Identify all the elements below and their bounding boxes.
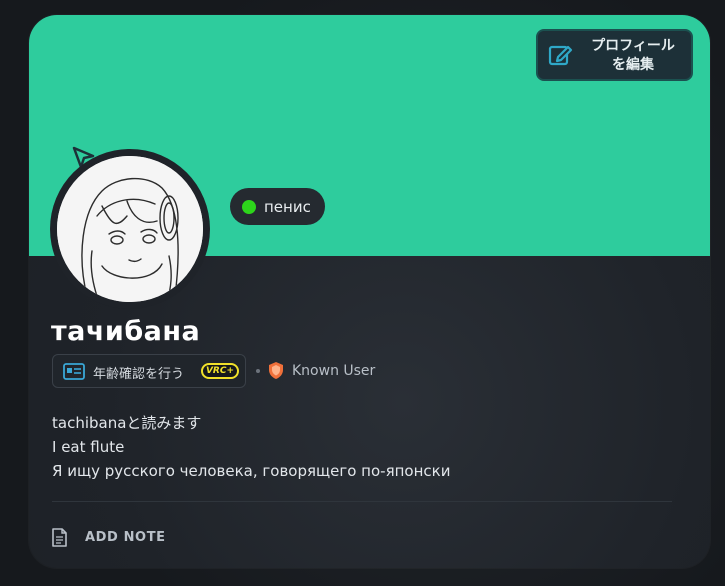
bio: tachibanaと読みます I eat flute Я ищу русског… <box>52 411 450 483</box>
status-text: пенис <box>264 197 311 216</box>
shield-icon <box>269 362 283 379</box>
bio-line: I eat flute <box>52 438 125 456</box>
add-note-button[interactable]: ADD NOTE <box>52 524 166 550</box>
vrc-plus-badge: VRC+ <box>201 363 239 379</box>
profile-card: プロフィール を編集 пенис тачибана 年齢確認を行う VRC+ K… <box>29 15 710 568</box>
status-pill[interactable]: пенис <box>230 188 325 225</box>
add-note-label: ADD NOTE <box>85 529 166 545</box>
status-online-dot <box>242 199 256 214</box>
username: тачибана <box>51 316 201 347</box>
edit-profile-button[interactable]: プロフィール を編集 <box>536 29 693 81</box>
trust-rank-label: Known User <box>292 363 376 379</box>
id-card-icon <box>63 363 85 380</box>
bio-line: Я ищу русского человека, говорящего по-я… <box>52 462 451 480</box>
separator-dot <box>256 369 260 373</box>
divider <box>52 501 672 502</box>
edit-profile-label: プロフィール を編集 <box>591 38 675 73</box>
edit-icon <box>548 45 573 66</box>
avatar[interactable] <box>57 156 203 302</box>
age-verify-label: 年齢確認を行う <box>93 367 185 382</box>
note-icon <box>52 527 67 547</box>
age-verify-button[interactable]: 年齢確認を行う VRC+ <box>52 354 246 388</box>
avatar-sketch <box>57 156 203 302</box>
bio-line: tachibanaと読みます <box>52 414 202 432</box>
